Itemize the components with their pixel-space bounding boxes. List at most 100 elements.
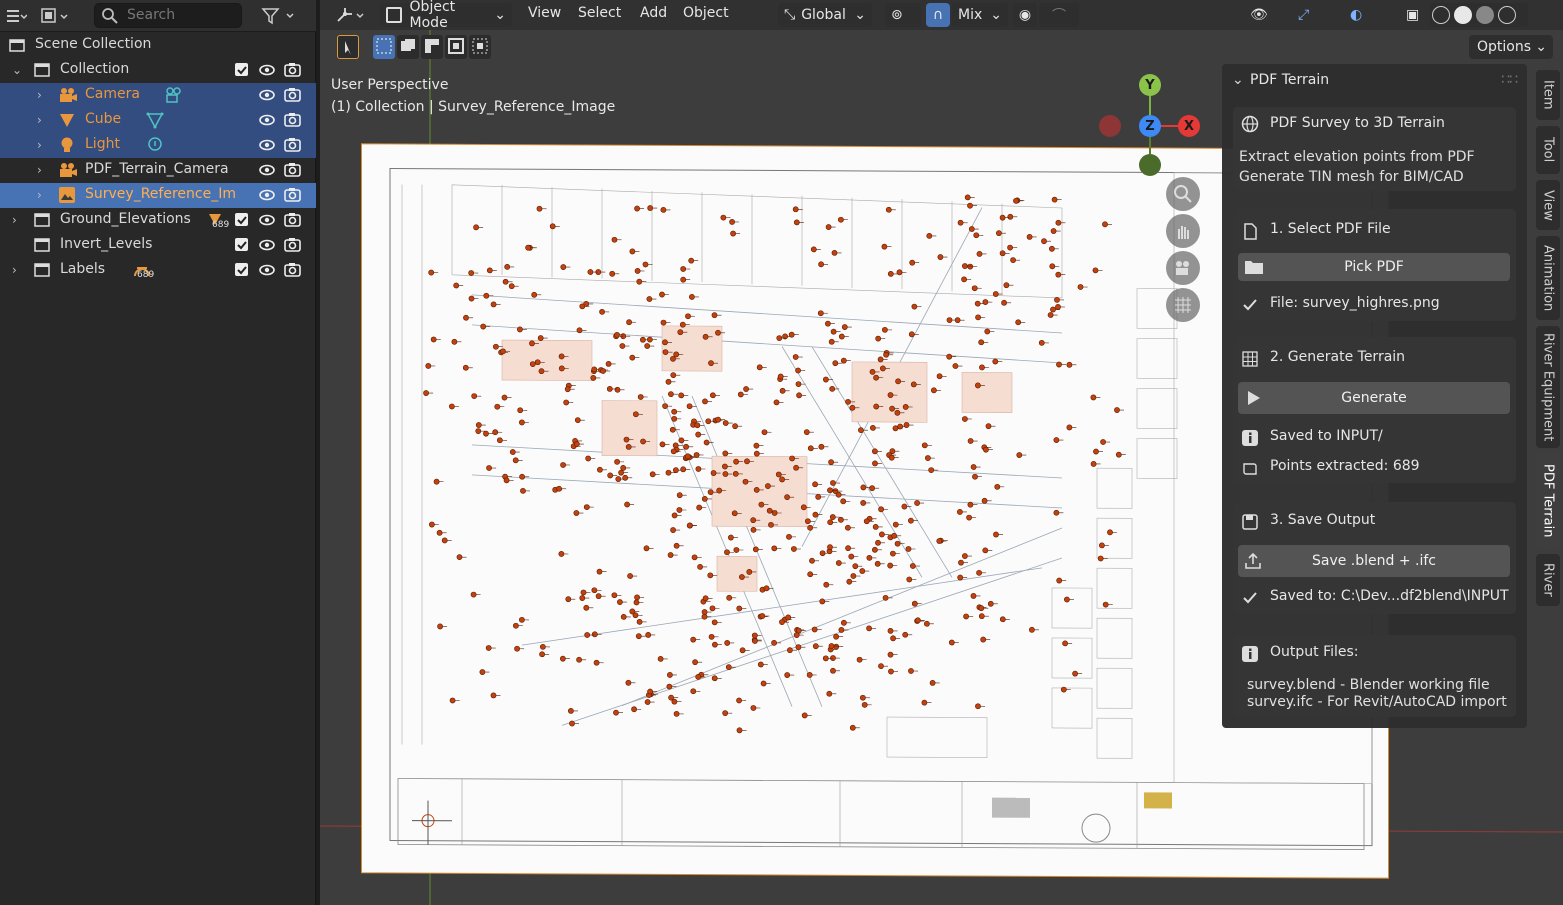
select-tool-icon[interactable]	[337, 35, 359, 59]
select-box-new-icon[interactable]	[373, 35, 395, 59]
snap-target-dropdown[interactable]: Mix ⌄	[952, 3, 1008, 27]
eye-icon[interactable]	[259, 62, 275, 78]
panel-title[interactable]: PDF Terrain	[1250, 72, 1329, 88]
xray-toggle[interactable]: ▣	[1400, 3, 1424, 27]
mesh-data-icon[interactable]	[146, 111, 164, 129]
camera-render-icon[interactable]	[284, 162, 301, 178]
expand-arrow-icon[interactable]: ›	[37, 188, 42, 202]
eye-icon[interactable]	[259, 187, 275, 203]
elevation-point-marker	[579, 595, 586, 601]
outliner-search-input[interactable]: Search	[94, 3, 242, 28]
checkbox-icon[interactable]	[234, 62, 250, 78]
gizmo-neg-x-axis[interactable]	[1099, 115, 1121, 137]
zoom-icon[interactable]	[1166, 177, 1200, 211]
rendered-shading-icon[interactable]	[1498, 6, 1516, 24]
eye-icon[interactable]	[259, 112, 275, 128]
select-box-intersect-icon[interactable]	[469, 35, 491, 59]
pivot-dropdown[interactable]: ⊚	[885, 3, 921, 27]
outliner-row-ground-elevations[interactable]: › Ground_Elevations 689	[0, 208, 316, 233]
eye-icon[interactable]	[259, 212, 275, 228]
outliner-row-light[interactable]: › Light	[0, 133, 316, 158]
ortho-grid-icon[interactable]	[1166, 288, 1200, 322]
expand-chevron-icon[interactable]: ⌄	[12, 63, 22, 77]
camera-render-icon[interactable]	[284, 237, 301, 253]
outliner-row-survey-reference-image[interactable]: › Survey_Reference_Im	[0, 183, 316, 208]
select-box-invert-icon[interactable]	[445, 35, 467, 59]
outliner-row-labels[interactable]: › Labels 689	[0, 258, 316, 283]
gizmo-y-axis[interactable]: Y	[1139, 74, 1161, 96]
checkbox-icon[interactable]	[234, 212, 250, 228]
select-box-extend-icon[interactable]	[397, 35, 419, 59]
pan-hand-icon[interactable]	[1166, 214, 1200, 248]
outliner-row-cube[interactable]: › Cube	[0, 108, 316, 133]
expand-arrow-icon[interactable]: ›	[37, 113, 42, 127]
elevation-point-marker	[859, 694, 866, 701]
select-box-subtract-icon[interactable]	[421, 35, 443, 59]
outliner-row-collection[interactable]: ⌄ Collection	[0, 58, 316, 83]
eye-icon[interactable]	[259, 137, 275, 153]
eye-icon[interactable]	[259, 162, 275, 178]
expand-arrow-icon[interactable]: ›	[37, 163, 42, 177]
outliner-row-invert-levels[interactable]: Invert_Levels	[0, 233, 316, 258]
camera-render-icon[interactable]	[284, 87, 301, 103]
outliner-row-pdf-terrain-camera[interactable]: › PDF_Terrain_Camera	[0, 158, 316, 183]
menu-view[interactable]: View	[528, 5, 561, 21]
menu-add[interactable]: Add	[640, 5, 667, 21]
checkbox-icon[interactable]	[234, 262, 250, 278]
expand-arrow-icon[interactable]: ›	[12, 263, 17, 277]
eye-icon[interactable]	[259, 237, 275, 253]
tab-river-equipment[interactable]: River Equipment	[1536, 326, 1560, 448]
expand-arrow-icon[interactable]: ›	[37, 138, 42, 152]
menu-object[interactable]: Object	[683, 5, 729, 21]
tab-item[interactable]: Item	[1536, 70, 1560, 120]
expand-arrow-icon[interactable]: ›	[12, 213, 17, 227]
save-blend-ifc-button[interactable]: Save .blend + .ifc	[1238, 545, 1510, 577]
drag-handle-icon[interactable]: ∷∷	[1501, 72, 1518, 88]
camera-render-icon[interactable]	[284, 112, 301, 128]
display-mode-icon[interactable]	[38, 4, 74, 28]
snap-toggle[interactable]: ∩	[926, 3, 950, 27]
eye-icon[interactable]	[259, 87, 275, 103]
editor-type-icon[interactable]	[2, 4, 30, 28]
tab-animation[interactable]: Animation	[1536, 236, 1560, 320]
camera-render-icon[interactable]	[284, 212, 301, 228]
editor-type-icon[interactable]	[334, 3, 370, 27]
gizmo-toggle[interactable]: ⤢	[1292, 3, 1336, 27]
checkbox-icon[interactable]	[234, 237, 250, 253]
solid-shading-icon[interactable]	[1454, 6, 1472, 24]
gizmo-x-axis[interactable]: X	[1178, 115, 1200, 137]
light-data-icon[interactable]	[146, 136, 164, 154]
tab-view[interactable]: View	[1536, 180, 1560, 230]
tab-river[interactable]: River	[1536, 554, 1560, 606]
proportional-edit-toggle[interactable]: ◉	[1013, 3, 1037, 27]
camera-view-icon[interactable]	[1166, 251, 1200, 285]
falloff-dropdown[interactable]: ⌒	[1039, 3, 1079, 27]
mode-dropdown[interactable]: Object Mode ⌄	[380, 0, 512, 31]
overlays-toggle[interactable]: ◐	[1344, 3, 1388, 27]
camera-data-icon[interactable]	[164, 86, 182, 104]
eye-icon[interactable]	[259, 262, 275, 278]
wireframe-shading-icon[interactable]	[1432, 6, 1450, 24]
camera-render-icon[interactable]	[284, 62, 301, 78]
outliner-row-camera[interactable]: › Camera	[0, 83, 316, 108]
gizmo-z-axis[interactable]: Z	[1139, 115, 1161, 137]
scene-collection-row[interactable]: Scene Collection	[0, 33, 316, 58]
menu-select[interactable]: Select	[578, 5, 621, 21]
camera-render-icon[interactable]	[284, 187, 301, 203]
material-shading-icon[interactable]	[1476, 6, 1494, 24]
generate-button[interactable]: Generate	[1238, 382, 1510, 414]
elevation-point-marker	[671, 408, 678, 415]
transform-orientation-dropdown[interactable]: ⤡ Global ⌄	[778, 3, 872, 27]
camera-render-icon[interactable]	[284, 262, 301, 278]
gizmo-neg-y-axis[interactable]	[1139, 154, 1161, 176]
options-dropdown[interactable]: Options ⌄	[1469, 35, 1553, 59]
tab-tool[interactable]: Tool	[1536, 126, 1560, 174]
collapse-chevron-icon[interactable]: ⌄	[1232, 72, 1244, 88]
filter-icon[interactable]	[258, 4, 302, 28]
camera-render-icon[interactable]	[284, 137, 301, 153]
tab-pdf-terrain[interactable]: PDF Terrain	[1536, 454, 1560, 548]
elevation-point-marker	[733, 458, 739, 465]
expand-arrow-icon[interactable]: ›	[37, 88, 42, 102]
visibility-dropdown[interactable]: 👁︎	[1244, 3, 1284, 27]
pick-pdf-button[interactable]: Pick PDF	[1238, 253, 1510, 281]
